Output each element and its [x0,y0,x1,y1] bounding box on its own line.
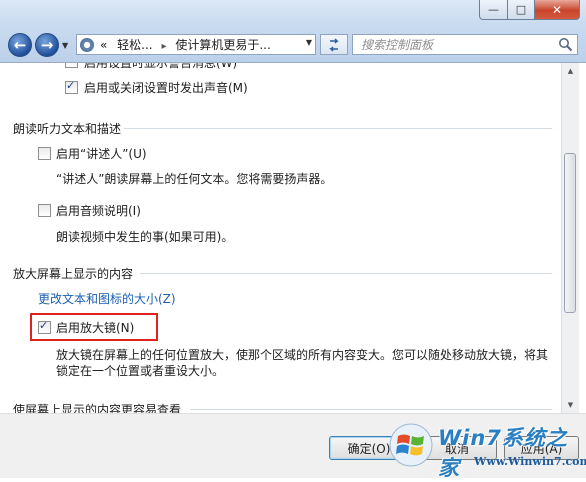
minimize-icon: — [488,3,499,16]
watermark-url: Www.Winwin7.com [474,455,586,468]
minimize-button[interactable]: — [479,0,508,20]
breadcrumb-item-ease-of-access[interactable]: 轻松... [117,38,152,52]
scroll-down-button[interactable]: ▼ [562,397,579,413]
section-title-easier: 使屏幕上显示的内容更容易查看 [13,403,182,413]
refresh-icon [329,37,339,52]
magnifier-label: 启用放大镜(N) [56,321,135,335]
back-arrow-icon: ← [13,36,27,54]
scroll-up-button[interactable]: ▲ [562,63,579,79]
magnifier-description-line-2: 锁定在一个位置或者重设大小。 [56,364,225,378]
maximize-button[interactable]: □ [508,0,535,20]
change-size-link[interactable]: 更改文本和图标的大小(Z) [38,290,176,307]
magnifier-description-line-1: 放大镜在屏幕上的任何位置放大，使那个区域的所有内容变大。您可以随处移动放大镜，将… [56,348,549,362]
settings-content: 启用设置时显示警告消息(W) 启用或关闭设置时发出声音(M) 朗读听力文本和描述… [0,63,561,413]
search-icon[interactable] [558,37,573,52]
search-input[interactable]: 搜索控制面板 [361,36,433,53]
windows-logo-icon [389,423,433,467]
audio-description-description: 朗读视频中发生的事(如果可用)。 [56,230,234,244]
back-button[interactable]: ← [8,33,32,57]
section-divider [190,409,552,410]
breadcrumb-item-current[interactable]: 使计算机更易于... [175,38,270,52]
vertical-scrollbar[interactable]: ▲ ▼ [561,63,579,413]
scroll-thumb[interactable] [564,153,576,313]
section-divider [124,128,552,129]
address-bar[interactable]: « 轻松... ▸ 使计算机更易于... ▼ [76,34,316,55]
watermark: Win7系统之家 Www.Winwin7.com [386,418,586,480]
audio-description-checkbox[interactable] [38,204,51,217]
section-title-magnify: 放大屏幕上显示的内容 [13,267,134,281]
magnifier-checkbox[interactable] [38,319,51,334]
narrator-label: 启用“讲述人”(U) [56,147,147,161]
narrator-checkbox[interactable] [38,147,51,160]
audio-description-label: 启用音频说明(I) [56,204,141,218]
section-divider [140,273,552,274]
sound-checkbox[interactable] [65,79,78,94]
control-panel-icon [80,37,94,52]
navigation-bar: ← → ▼ « 轻松... ▸ 使计算机更易于... ▼ 搜索控制面板 [0,28,586,63]
close-icon: ✕ [551,2,563,17]
maximize-icon: □ [515,3,527,16]
scroll-up-icon: ▲ [567,67,574,75]
close-button[interactable]: ✕ [535,0,580,20]
refresh-button[interactable] [320,34,348,55]
warning-message-checkbox[interactable] [65,63,78,68]
recent-pages-dropdown[interactable]: ▼ [62,41,68,50]
warning-message-label: 启用设置时显示警告消息(W) [84,63,238,70]
breadcrumb-overflow[interactable]: « [100,38,107,52]
sound-label: 启用或关闭设置时发出声音(M) [84,81,248,95]
narrator-description: “讲述人”朗读屏幕上的任何文本。您将需要扬声器。 [56,172,333,186]
scroll-down-icon: ▼ [567,401,574,409]
search-box[interactable]: 搜索控制面板 [352,34,578,55]
address-dropdown-icon[interactable]: ▼ [306,38,312,47]
section-title-narrator: 朗读听力文本和描述 [13,122,122,136]
title-bar: — □ ✕ [0,0,586,28]
breadcrumb: « 轻松... ▸ 使计算机更易于... [100,36,271,53]
window-controls: — □ ✕ [479,0,580,20]
chevron-down-icon: ▼ [62,41,69,50]
watermark-brand: Win7系统之家 [438,426,568,480]
forward-button[interactable]: → [35,33,59,57]
forward-arrow-icon: → [40,36,54,54]
breadcrumb-separator-icon[interactable]: ▸ [161,41,166,52]
